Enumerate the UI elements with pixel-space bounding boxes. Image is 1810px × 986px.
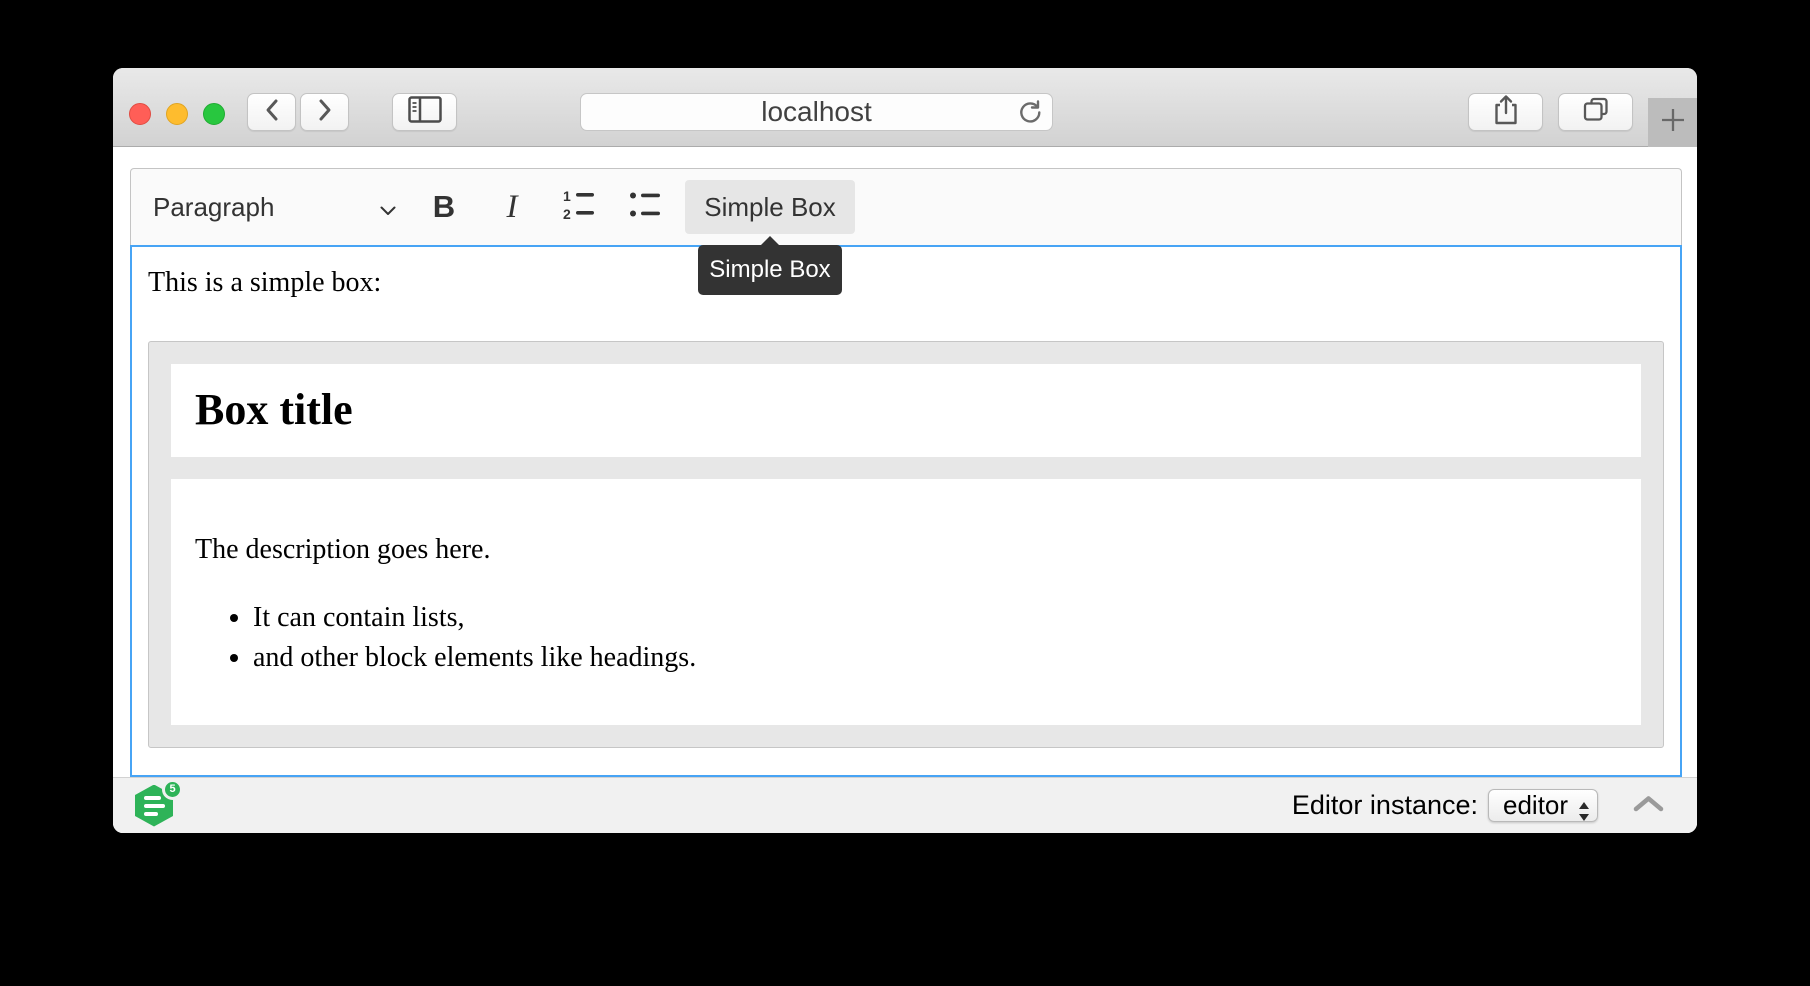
close-window-button[interactable] [129, 103, 151, 125]
minimize-window-button[interactable] [166, 103, 188, 125]
italic-icon: I [507, 189, 518, 226]
list-item[interactable]: and other block elements like headings. [253, 639, 1617, 677]
tab-overview-button[interactable] [1558, 93, 1633, 131]
share-button[interactable] [1468, 93, 1543, 131]
editor-instance-select[interactable]: editor [1488, 789, 1598, 822]
forward-button[interactable] [300, 93, 349, 131]
logo-line [144, 812, 158, 816]
bulleted-list-button[interactable] [619, 180, 671, 234]
sidebar-icon [408, 96, 442, 128]
logo-line [144, 804, 165, 808]
description-list: It can contain lists, and other block el… [195, 599, 1617, 678]
italic-button[interactable]: I [489, 180, 535, 234]
url-text: localhost [761, 96, 872, 128]
simple-box-button[interactable]: Simple Box [685, 180, 855, 234]
chevron-up-icon [1632, 794, 1665, 818]
zoom-window-button[interactable] [203, 103, 225, 125]
selected-instance: editor [1503, 790, 1568, 821]
bulleted-list-icon [627, 188, 663, 227]
svg-text:2: 2 [563, 206, 571, 222]
intro-paragraph[interactable]: This is a simple box: [148, 267, 1664, 299]
sidebar-toggle-button[interactable] [392, 93, 457, 131]
browser-window: localhost [113, 68, 1697, 833]
logo-line [144, 796, 161, 800]
simple-box-tooltip: Simple Box [698, 245, 842, 295]
window-controls [129, 103, 240, 125]
back-icon [264, 98, 280, 127]
editor-toolbar: Paragraph B I 1 2 [130, 168, 1682, 245]
simple-box-description[interactable]: The description goes here. It can contai… [171, 479, 1641, 725]
svg-text:1: 1 [563, 188, 571, 204]
heading-dropdown[interactable]: Paragraph [141, 180, 403, 234]
numbered-list-icon: 1 2 [561, 188, 597, 227]
editor-editable-area[interactable]: This is a simple box: Box title The desc… [130, 245, 1682, 777]
expand-inspector-button[interactable] [1632, 794, 1665, 818]
back-button[interactable] [247, 93, 296, 131]
bold-icon: B [433, 189, 455, 225]
tooltip-text: Simple Box [709, 256, 830, 284]
list-item[interactable]: It can contain lists, [253, 599, 1617, 637]
chevron-down-icon [379, 192, 397, 223]
editor-instance-label: Editor instance: [1292, 790, 1478, 821]
inspector-bar: 5 Editor instance: editor [113, 777, 1697, 833]
address-bar[interactable]: localhost [580, 93, 1053, 131]
simple-box-button-label: Simple Box [704, 192, 836, 223]
version-badge: 5 [162, 779, 183, 800]
new-tab-button[interactable] [1648, 98, 1697, 147]
ckeditor-logo[interactable]: 5 [135, 785, 181, 827]
simple-box-widget[interactable]: Box title The description goes here. It … [148, 341, 1664, 748]
page-content: Paragraph B I 1 2 [113, 147, 1697, 833]
reload-button[interactable] [1017, 99, 1043, 125]
share-icon [1491, 93, 1521, 132]
inspector-controls: Editor instance: editor [1292, 789, 1665, 822]
heading-dropdown-label: Paragraph [153, 192, 274, 223]
plus-icon [1660, 107, 1686, 138]
description-paragraph[interactable]: The description goes here. [195, 531, 1617, 569]
numbered-list-button[interactable]: 1 2 [553, 180, 605, 234]
tabs-icon [1581, 95, 1611, 129]
select-spinner-icon [1578, 797, 1590, 828]
simple-box-title[interactable]: Box title [171, 364, 1641, 457]
browser-chrome: localhost [113, 68, 1697, 147]
forward-icon [317, 98, 333, 127]
bold-button[interactable]: B [421, 180, 467, 234]
